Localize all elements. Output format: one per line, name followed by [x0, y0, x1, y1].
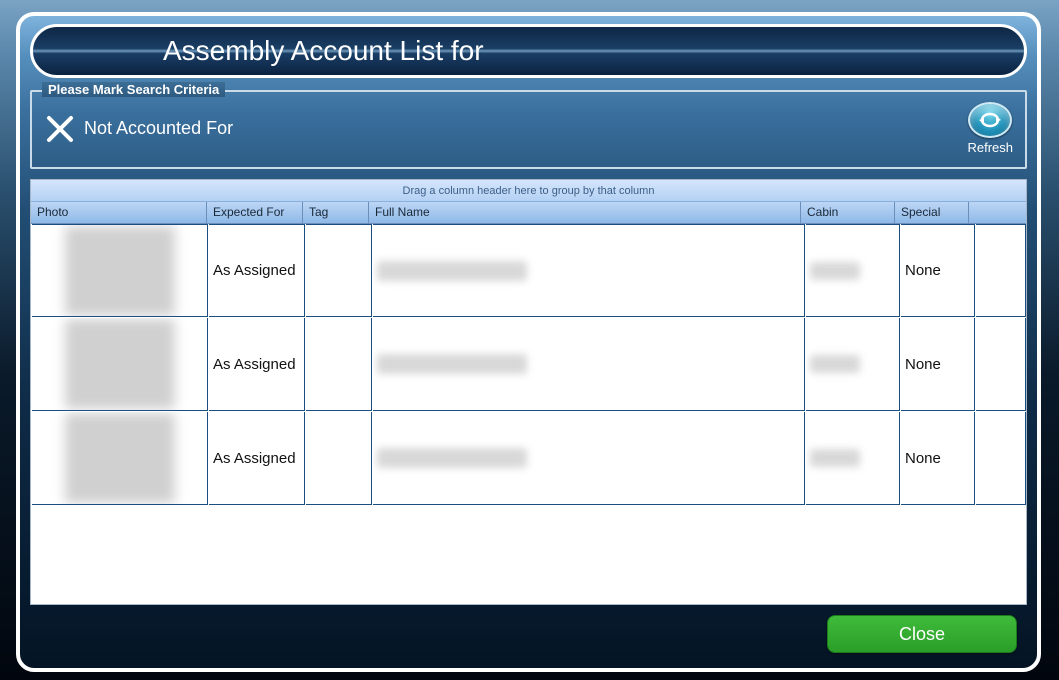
cell-special: None [901, 318, 975, 411]
search-criteria-panel: Please Mark Search Criteria Not Accounte… [30, 90, 1027, 169]
close-label: Close [899, 624, 945, 645]
criteria-label: Not Accounted For [84, 118, 233, 139]
cell-cabin [806, 224, 900, 317]
cell-expected: As Assigned [209, 318, 305, 411]
cell-fullname [373, 412, 805, 505]
search-criteria-legend: Please Mark Search Criteria [42, 82, 225, 97]
table-row[interactable]: As Assigned None [31, 318, 1026, 412]
column-header-row: Photo Expected For Tag Full Name Cabin S… [31, 202, 1026, 224]
col-header-fullname[interactable]: Full Name [369, 202, 801, 223]
col-header-cabin[interactable]: Cabin [801, 202, 895, 223]
photo-placeholder [65, 413, 175, 503]
data-grid: Drag a column header here to group by th… [30, 179, 1027, 605]
group-by-bar[interactable]: Drag a column header here to group by th… [31, 180, 1026, 202]
cell-tag [306, 224, 372, 317]
table-row[interactable]: As Assigned None [31, 412, 1026, 506]
x-icon [44, 113, 76, 145]
dialog-window: Assembly Account List for Please Mark Se… [16, 12, 1041, 672]
cell-cabin [806, 412, 900, 505]
cell-photo [32, 412, 208, 505]
page-title: Assembly Account List for [163, 35, 484, 67]
refresh-icon [977, 110, 1003, 130]
refresh-block: Refresh [967, 102, 1013, 155]
cell-special: None [901, 224, 975, 317]
cell-extra [976, 412, 1026, 505]
cell-cabin [806, 318, 900, 411]
table-row[interactable]: As Assigned None [31, 224, 1026, 318]
photo-placeholder [65, 226, 175, 316]
refresh-button[interactable] [968, 102, 1012, 138]
group-hint-text: Drag a column header here to group by th… [403, 185, 655, 197]
cell-extra [976, 224, 1026, 317]
cell-photo [32, 224, 208, 317]
name-placeholder [377, 261, 527, 281]
col-header-extra[interactable] [969, 202, 1026, 223]
name-placeholder [377, 354, 527, 374]
grid-body[interactable]: As Assigned None As Assigned None As [31, 224, 1026, 604]
cabin-placeholder [810, 355, 860, 373]
cell-expected: As Assigned [209, 412, 305, 505]
cell-tag [306, 412, 372, 505]
photo-placeholder [65, 319, 175, 409]
cabin-placeholder [810, 262, 860, 280]
cell-tag [306, 318, 372, 411]
name-placeholder [377, 448, 527, 468]
cell-special: None [901, 412, 975, 505]
cell-extra [976, 318, 1026, 411]
cabin-placeholder [810, 449, 860, 467]
criteria-selected[interactable]: Not Accounted For [44, 113, 233, 145]
title-bar: Assembly Account List for [30, 24, 1027, 78]
col-header-tag[interactable]: Tag [303, 202, 369, 223]
cell-fullname [373, 224, 805, 317]
cell-expected: As Assigned [209, 224, 305, 317]
col-header-special[interactable]: Special [895, 202, 969, 223]
cell-photo [32, 318, 208, 411]
cell-fullname [373, 318, 805, 411]
refresh-label: Refresh [967, 140, 1013, 155]
col-header-expected[interactable]: Expected For [207, 202, 303, 223]
col-header-photo[interactable]: Photo [31, 202, 207, 223]
close-button[interactable]: Close [827, 615, 1017, 653]
